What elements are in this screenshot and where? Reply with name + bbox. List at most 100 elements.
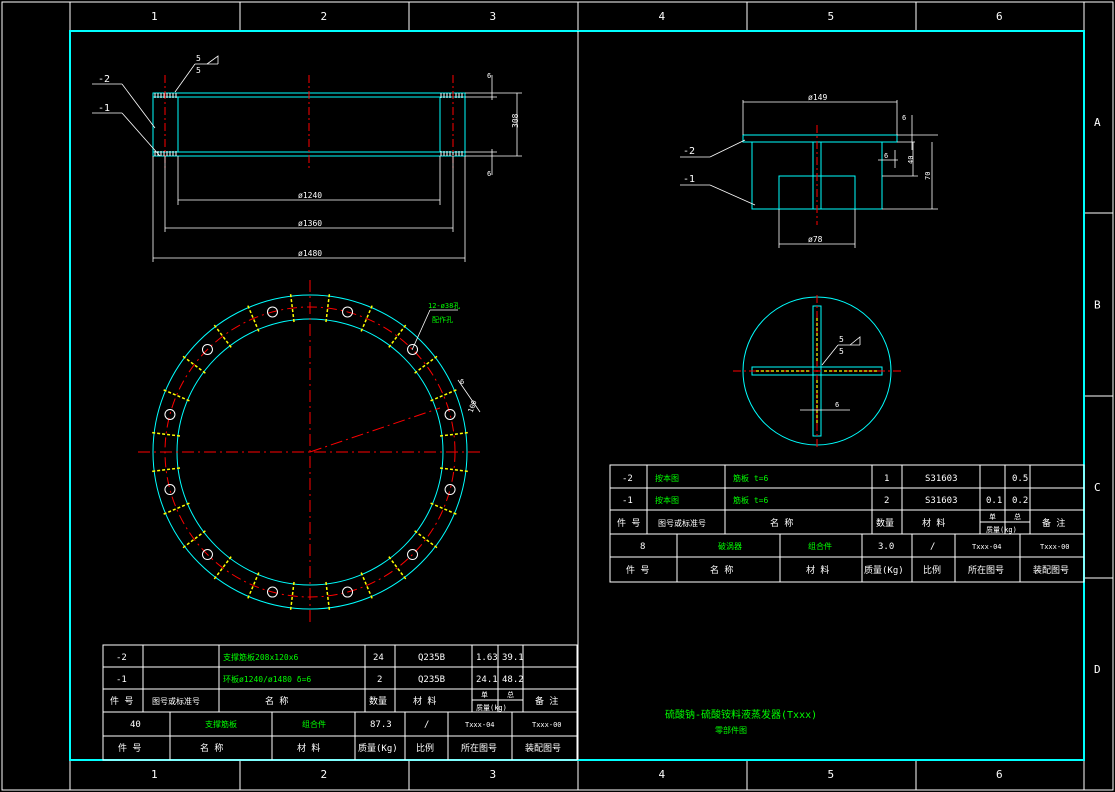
bom-r-hdr-note: 备 注 — [1042, 517, 1065, 529]
bom-l-row1-qty: 24 — [373, 653, 384, 663]
bom-l-hdr-no: 件 号 — [110, 695, 133, 707]
zone-col-6-top: 6 — [996, 10, 1003, 23]
zone-col-1-bottom: 1 — [151, 768, 158, 781]
bom-l-row1-name: 支撑筋板208x120x6 — [223, 652, 299, 662]
dim-d78: ø78 — [808, 235, 823, 244]
bom-l-hdr-name: 名 称 — [265, 695, 288, 707]
bom-l-ah-mat: 材 料 — [297, 742, 320, 754]
bom-r-hdr-mat: 材 料 — [922, 517, 945, 529]
bom-r-hdr-unit1: 单 — [989, 512, 996, 521]
part-mark-2-left: -2 — [98, 74, 110, 85]
bom-r-hdr-unit2: 总 — [1014, 512, 1021, 521]
bom-r-ah-asm: 装配图号 — [1033, 564, 1069, 576]
bom-l-row2-name: 环板ø1240/ø1480 δ=6 — [223, 674, 311, 684]
part-mark-1-right: -1 — [683, 174, 695, 185]
zone-col-2-top: 2 — [321, 10, 328, 23]
zone-col-3-bottom: 3 — [490, 768, 497, 781]
rib-mark — [439, 467, 468, 473]
bom-r-row2-std: 按本图 — [655, 495, 679, 505]
bom-r-asm-dwg: Txxx-04 — [972, 543, 1002, 551]
bolt-hole — [164, 408, 176, 420]
dim-d1360: ø1360 — [298, 219, 322, 228]
bom-l-ah-mass: 质量(Kg) — [358, 742, 398, 754]
bom-l-hdr-unit1: 单 — [481, 690, 488, 699]
bolt-hole — [444, 484, 456, 496]
zone-row-B: B — [1094, 299, 1101, 312]
bom-r-row2-qty: 2 — [884, 496, 889, 506]
bom-r-ah-no: 件 号 — [626, 564, 649, 576]
bom-r-hdr-no: 件 号 — [617, 517, 640, 529]
vortex-breaker-elevation: ø149 ø78 6 40 70 6 -2 -1 — [680, 93, 938, 248]
bom-l-asm-scale: / — [424, 720, 429, 730]
dim-t-bot: 6 — [487, 170, 491, 178]
rib-thickness: 6 — [835, 401, 839, 409]
zone-col-2-bottom: 2 — [321, 768, 328, 781]
rib-dim-6: 6 — [460, 378, 464, 386]
bom-r-ah-dwg: 所在图号 — [968, 564, 1004, 576]
zone-row-D: D — [1094, 663, 1101, 676]
bom-l-asm-mat: 组合件 — [302, 719, 326, 729]
dim-d149: ø149 — [808, 93, 827, 102]
rib-mark — [414, 530, 438, 549]
bom-r-asm-mass: 3.0 — [878, 542, 894, 552]
bom-l-ah-no: 件 号 — [118, 742, 141, 754]
zone-col-1-top: 1 — [151, 10, 158, 23]
bom-l-row2-unit: 24.1 — [476, 675, 498, 685]
dim-h70: 70 — [924, 172, 932, 180]
part-mark-2-right: -2 — [683, 146, 695, 157]
ring-plan-view: 12-ø38孔 配作孔 6 100 — [138, 280, 482, 622]
weld-symbol-top: 5 — [196, 54, 201, 63]
bolt-hole — [164, 484, 176, 496]
rib-mark — [414, 355, 438, 374]
drawing-title: 硫酸钠-硫酸铵料液蒸发器(Txxx) — [665, 708, 817, 721]
bom-l-asm-no: 40 — [130, 720, 141, 730]
zone-col-6-bottom: 6 — [996, 768, 1003, 781]
bom-r-row1-no: -2 — [622, 474, 633, 484]
bolt-hole — [444, 408, 456, 420]
bom-r-asm-scale: / — [930, 542, 935, 552]
bom-l-row1-unit: 1.63 — [476, 653, 498, 663]
bom-l-hdr-mat: 材 料 — [413, 695, 436, 707]
bom-l-hdr-unit2: 总 — [507, 690, 514, 699]
rib-mark — [430, 389, 457, 402]
bom-r-row1-name: 筋板 t=6 — [733, 473, 768, 483]
bom-r-row2-no: -1 — [622, 496, 633, 506]
zone-col-3-top: 3 — [490, 10, 497, 23]
bom-r-row1-std: 按本图 — [655, 473, 679, 483]
bolt-hole — [407, 549, 419, 561]
bom-r-row2-unit: 0.1 — [986, 496, 1002, 506]
rib-mark — [163, 389, 190, 402]
zone-col-4-bottom: 4 — [659, 768, 666, 781]
bom-r-row2-mat: S31603 — [925, 496, 958, 506]
hole-note-1: 12-ø38孔 — [428, 302, 460, 310]
bom-l-asm-name: 支撑筋板 — [205, 719, 237, 729]
drawing-subtitle: 零部件图 — [715, 725, 747, 735]
hole-note-2: 配作孔 — [432, 315, 453, 324]
drawing-frame: 1 1 2 2 3 3 4 4 5 5 6 6 A B C D — [1, 1, 1114, 791]
rib-mark — [430, 502, 457, 515]
dim-d1480: ø1480 — [298, 249, 322, 258]
dim-h308: 308 — [511, 113, 520, 128]
bom-l-row2-qty: 2 — [377, 675, 382, 685]
ring-side-view: ø1240 ø1360 ø1480 308 6 6 -2 -1 5 5 — [92, 54, 522, 262]
rib-mark — [388, 324, 407, 348]
bom-r-ah-name: 名 称 — [710, 564, 733, 576]
bom-r-row1-qty: 1 — [884, 474, 889, 484]
zone-row-A: A — [1094, 116, 1101, 129]
dim-t6b: 6 — [884, 152, 888, 160]
bom-r-hdr-mass: 质量(kg) — [986, 525, 1017, 534]
part-mark-1-left: -1 — [98, 103, 110, 114]
weld-symbol-right-bottom: 5 — [839, 347, 844, 356]
bom-r-row1-total: 0.5 — [1012, 474, 1028, 484]
dim-t-top: 6 — [487, 72, 491, 80]
zone-col-4-top: 4 — [659, 10, 666, 23]
bom-r-ah-mat: 材 料 — [806, 564, 829, 576]
zone-col-5-bottom: 5 — [828, 768, 835, 781]
bom-r-row2-total: 0.2 — [1012, 496, 1028, 506]
weld-symbol-right-top: 5 — [839, 335, 844, 344]
dim-t6: 6 — [902, 114, 906, 122]
bom-l-row1-mat: Q235B — [418, 653, 445, 663]
bom-r-row2-name: 筋板 t=6 — [733, 495, 768, 505]
rib-dim-100: 100 — [467, 399, 479, 414]
bom-l-hdr-note: 备 注 — [535, 695, 558, 707]
